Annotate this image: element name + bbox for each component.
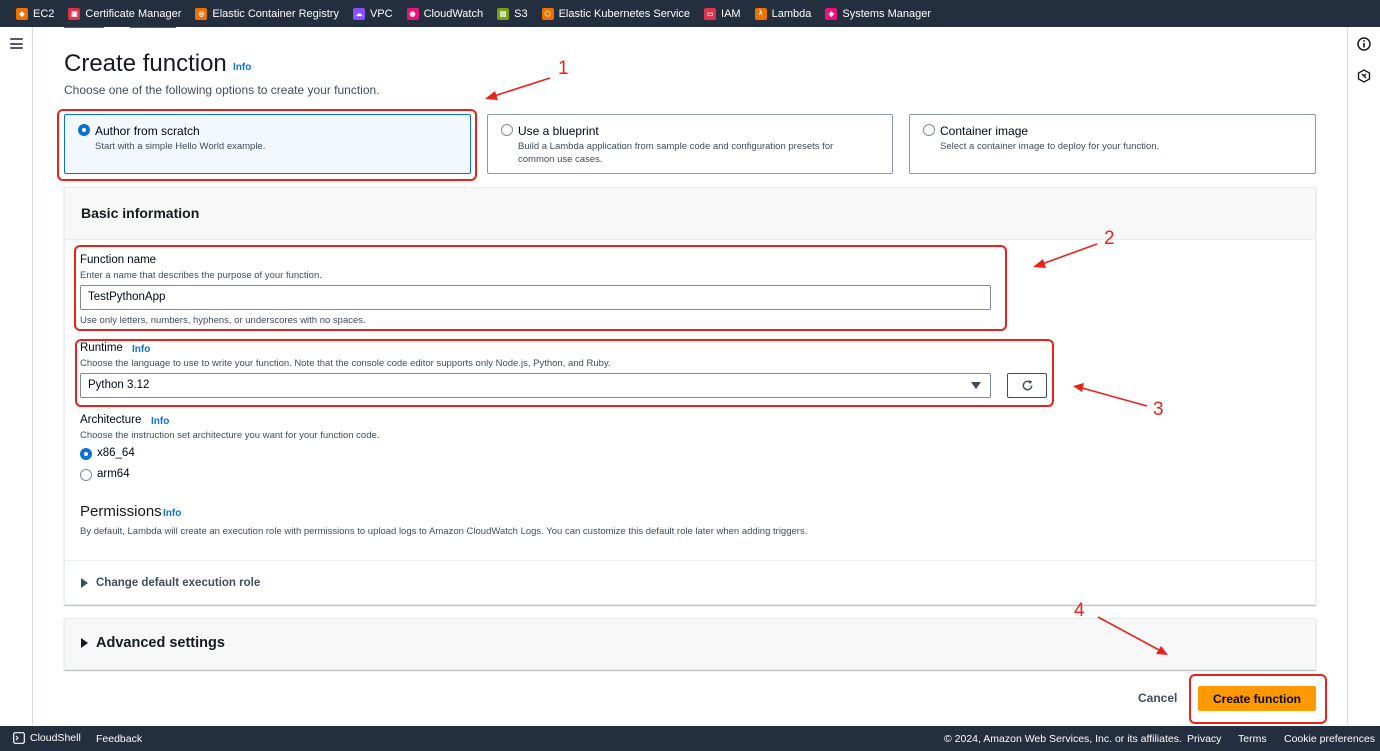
title-info-link[interactable]: Info (233, 62, 251, 73)
favorite-label: CloudWatch (423, 7, 484, 20)
advanced-settings-expander[interactable]: Advanced settings (81, 635, 225, 651)
favorite-label: S3 (514, 7, 528, 20)
ecr-icon: ◎ (195, 7, 208, 20)
annotation-box-2 (74, 245, 1007, 331)
expander-label: Advanced settings (96, 635, 225, 651)
favorite-label: Elastic Container Registry (212, 7, 339, 20)
annotation-box-4 (1189, 674, 1327, 724)
breadcrumb[interactable] (64, 27, 194, 31)
permissions-description: By default, Lambda will create an execut… (80, 526, 808, 537)
favorite-label: Lambda (771, 7, 812, 20)
panel-heading: Basic information (81, 205, 200, 221)
favorite-label: Elastic Kubernetes Service (558, 7, 691, 20)
caret-right-icon (81, 638, 88, 648)
panel-header: Basic information (65, 188, 1315, 240)
favorite-label: EC2 (33, 7, 55, 20)
favorite-s3[interactable]: ▤ S3 (497, 7, 528, 20)
cancel-button[interactable]: Cancel (1138, 691, 1177, 705)
annotation-number-3: 3 (1153, 399, 1164, 420)
option-container-image[interactable]: Container image Select a container image… (909, 114, 1316, 174)
favorite-cloudwatch[interactable]: ◉ CloudWatch (406, 7, 484, 20)
arch-option-label: x86_64 (97, 447, 135, 459)
arch-option-label: arm64 (97, 468, 130, 480)
footer-bar: CloudShell Feedback © 2024, Amazon Web S… (0, 726, 1380, 751)
footer-label: CloudShell (30, 732, 81, 744)
option-title: Container image (940, 124, 1029, 138)
annotation-number-4: 4 (1074, 600, 1085, 621)
feedback-link[interactable]: Feedback (96, 733, 142, 745)
favorite-label: IAM (721, 7, 741, 20)
s3-icon: ▤ (497, 7, 510, 20)
ec2-icon: ◆ (16, 7, 28, 20)
favorite-certificate-manager[interactable]: ▣ Certificate Manager (68, 7, 182, 20)
favorite-systems-manager[interactable]: ◈ Systems Manager (825, 7, 932, 20)
favorite-label: Certificate Manager (85, 7, 182, 20)
cloudshell-link[interactable]: CloudShell (13, 732, 81, 744)
systems-manager-icon: ◈ (825, 7, 838, 20)
change-execution-role-expander[interactable]: Change default execution role (81, 577, 260, 589)
permissions-heading: Permissions (80, 503, 162, 520)
favorite-iam[interactable]: ▭ IAM (704, 7, 741, 20)
menu-icon[interactable] (10, 38, 23, 49)
annotation-number-2: 2 (1104, 228, 1115, 249)
annotation-box-1 (57, 109, 477, 181)
tutorial-icon[interactable] (1357, 69, 1371, 83)
privacy-link[interactable]: Privacy (1187, 733, 1221, 745)
side-navigation-rail (0, 27, 33, 725)
divider (64, 560, 1316, 561)
favorite-ec2[interactable]: ◆ EC2 (16, 7, 55, 20)
favorite-ecr[interactable]: ◎ Elastic Container Registry (195, 7, 339, 20)
cookie-preferences-link[interactable]: Cookie preferences (1284, 733, 1375, 745)
option-use-blueprint[interactable]: Use a blueprint Build a Lambda applicati… (487, 114, 893, 174)
tools-rail (1347, 27, 1380, 725)
favorite-label: Systems Manager (842, 7, 932, 20)
radio-x86-64[interactable] (80, 448, 92, 460)
eks-icon: ⬡ (541, 7, 554, 20)
expander-label: Change default execution role (96, 577, 261, 589)
permissions-info-link[interactable]: Info (163, 508, 181, 519)
copyright-text: © 2024, Amazon Web Services, Inc. or its… (944, 733, 1182, 745)
caret-right-icon (81, 578, 88, 588)
annotation-box-3 (75, 339, 1054, 407)
option-desc: Select a container image to deploy for y… (940, 141, 1160, 152)
page-title: Create function (64, 50, 227, 77)
favorite-vpc[interactable]: ☁ VPC (352, 7, 393, 20)
terminal-icon (13, 732, 25, 744)
terms-link[interactable]: Terms (1238, 733, 1267, 745)
architecture-info-link[interactable]: Info (151, 416, 169, 427)
cloudwatch-icon: ◉ (406, 7, 419, 20)
architecture-label: Architecture (80, 414, 142, 426)
favorite-eks[interactable]: ⬡ Elastic Kubernetes Service (541, 7, 691, 20)
info-icon[interactable] (1357, 37, 1371, 51)
option-title: Use a blueprint (518, 124, 599, 138)
annotation-number-1: 1 (558, 58, 569, 79)
radio-arm64[interactable] (80, 469, 92, 481)
vpc-icon: ☁ (352, 7, 365, 20)
advanced-settings-panel (64, 618, 1316, 670)
lambda-icon: λ (754, 7, 767, 20)
architecture-description: Choose the instruction set architecture … (80, 430, 380, 441)
certificate-manager-icon: ▣ (68, 7, 81, 20)
favorite-lambda[interactable]: λ Lambda (754, 7, 812, 20)
radio-unselected[interactable] (923, 124, 935, 136)
page-subtitle: Choose one of the following options to c… (64, 83, 380, 97)
iam-icon: ▭ (704, 7, 717, 20)
option-desc: Build a Lambda application from sample c… (518, 141, 834, 165)
favorite-label: VPC (369, 7, 393, 20)
favorites-bar: ◆ EC2 ▣ Certificate Manager ◎ Elastic Conta… (0, 0, 1380, 27)
radio-unselected[interactable] (501, 124, 513, 136)
